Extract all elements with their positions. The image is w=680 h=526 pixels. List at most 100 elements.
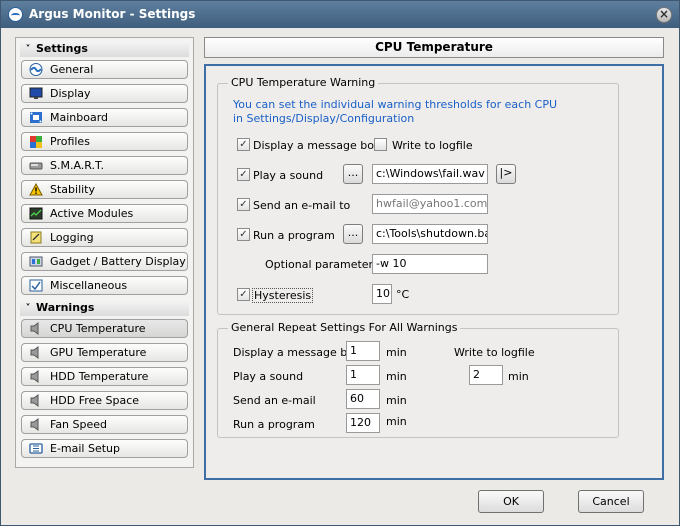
argus-app-icon — [8, 7, 23, 22]
sidebar-item-label: Stability — [50, 183, 96, 196]
display-message-box-checkbox[interactable]: ✓ — [237, 138, 250, 151]
settings-header-label: Settings — [36, 42, 88, 55]
sidebar-item-label: CPU Temperature — [50, 322, 146, 335]
sidebar-item-miscellaneous[interactable]: Miscellaneous — [21, 276, 188, 295]
speaker-icon — [30, 394, 39, 407]
warnings-header-label: Warnings — [36, 301, 95, 314]
speaker-icon — [30, 418, 39, 431]
close-button[interactable]: × — [656, 7, 672, 23]
play-sound-button[interactable]: |> — [496, 164, 516, 184]
sidebar-item-label: General — [50, 63, 94, 76]
repeat-sound-label: Play a sound — [233, 370, 304, 383]
sidebar-item-gpu-temperature[interactable]: GPU Temperature — [21, 343, 188, 362]
sound-file-input[interactable]: c:\Windows\fail.wav — [372, 164, 488, 184]
sidebar-item-label: Profiles — [50, 135, 90, 148]
ok-button[interactable]: OK — [478, 490, 544, 513]
logging-icon — [30, 231, 42, 244]
cpu-temperature-panel: CPU Temperature Warning You can set the … — [204, 64, 664, 480]
sidebar-item-label: GPU Temperature — [50, 346, 147, 359]
sidebar-item-label: Miscellaneous — [50, 279, 128, 292]
modules-icon — [29, 207, 43, 220]
repeat-sound-input[interactable]: 1 — [346, 365, 380, 385]
hysteresis-input[interactable]: 10 — [372, 284, 392, 304]
repeat-message-box-input[interactable]: 1 — [346, 341, 380, 361]
browse-program-button[interactable]: ... — [343, 224, 363, 244]
sidebar-item-label: Logging — [50, 231, 94, 244]
sidebar-item-mainboard[interactable]: Mainboard — [21, 108, 188, 127]
repeat-logfile-input[interactable]: 2 — [469, 365, 503, 385]
repeat-sound-unit: min — [386, 370, 407, 383]
sidebar-item-logging[interactable]: Logging — [21, 228, 188, 247]
repeat-program-unit: min — [386, 415, 407, 428]
program-path-input[interactable]: c:\Tools\shutdown.bat — [372, 224, 488, 244]
sidebar: ˅ Settings General Display Mainboard Prof… — [15, 37, 194, 468]
hysteresis-checkbox[interactable]: ✓ — [237, 288, 250, 301]
sidebar-item-general[interactable]: General — [21, 60, 188, 79]
misc-icon — [29, 279, 43, 292]
cancel-button[interactable]: Cancel — [578, 490, 644, 513]
title-bar[interactable]: Argus Monitor - Settings × — [1, 1, 679, 28]
profiles-icon — [30, 136, 42, 148]
hysteresis-label: Hysteresis — [252, 288, 314, 303]
email-setup-icon — [29, 443, 43, 454]
write-to-logfile-checkbox[interactable] — [374, 138, 387, 151]
repeat-program-label: Run a program — [233, 418, 315, 431]
chevron-collapse-icon: ˅ — [25, 44, 31, 55]
sidebar-item-fan-speed[interactable]: Fan Speed — [21, 415, 188, 434]
window-title: Argus Monitor - Settings — [29, 7, 196, 21]
run-program-checkbox[interactable]: ✓ — [237, 228, 250, 241]
sidebar-item-cpu-temperature[interactable]: CPU Temperature — [21, 319, 188, 338]
speaker-icon — [30, 322, 39, 335]
sidebar-item-active-modules[interactable]: Active Modules — [21, 204, 188, 223]
repeat-email-label: Send an e-mail — [233, 394, 316, 407]
settings-window: Argus Monitor - Settings × ˅ Settings Gen… — [0, 0, 680, 526]
warning-icon — [29, 183, 43, 196]
sidebar-item-label: Mainboard — [50, 111, 109, 124]
gadget-icon — [29, 256, 43, 267]
sidebar-item-hdd-free-space[interactable]: HDD Free Space — [21, 391, 188, 410]
play-sound-checkbox[interactable]: ✓ — [237, 168, 250, 181]
sidebar-item-display[interactable]: Display — [21, 84, 188, 103]
sidebar-item-gadget-battery[interactable]: Gadget / Battery Display — [21, 252, 188, 271]
repeat-message-box-label: Display a message box — [233, 346, 361, 359]
optional-parameters-label: Optional parameters — [265, 258, 379, 271]
sidebar-item-label: HDD Free Space — [50, 394, 140, 407]
argus-icon — [29, 63, 43, 76]
harddisk-icon — [29, 162, 43, 170]
repeat-email-unit: min — [386, 394, 407, 407]
send-email-checkbox[interactable]: ✓ — [237, 198, 250, 211]
sidebar-item-stability[interactable]: Stability — [21, 180, 188, 199]
display-message-box-label: Display a message box — [253, 139, 381, 152]
warning-group-title: CPU Temperature Warning — [228, 76, 379, 89]
sidebar-item-label: E-mail Setup — [50, 442, 121, 455]
sidebar-item-label: Active Modules — [50, 207, 134, 220]
email-address-input[interactable]: hwfail@yahoo1.com — [372, 194, 488, 214]
repeat-logfile-unit: min — [508, 370, 529, 383]
repeat-message-box-unit: min — [386, 346, 407, 359]
sidebar-item-label: Gadget / Battery Display — [50, 255, 186, 268]
repeat-email-input[interactable]: 60 — [346, 389, 380, 409]
sidebar-item-smart[interactable]: S.M.A.R.T. — [21, 156, 188, 175]
run-program-label: Run a program — [253, 229, 335, 242]
repeat-logfile-label: Write to logfile — [454, 346, 535, 359]
optional-parameters-input[interactable]: -w 10 — [372, 254, 488, 274]
panel-title: CPU Temperature — [204, 37, 664, 58]
sidebar-item-hdd-temperature[interactable]: HDD Temperature — [21, 367, 188, 386]
send-email-label: Send an e-mail to — [253, 199, 351, 212]
sidebar-item-label: HDD Temperature — [50, 370, 149, 383]
sidebar-item-profiles[interactable]: Profiles — [21, 132, 188, 151]
sidebar-item-label: S.M.A.R.T. — [50, 159, 104, 172]
sidebar-item-email-setup[interactable]: E-mail Setup — [21, 439, 188, 458]
settings-section-header[interactable]: ˅ Settings — [20, 41, 189, 57]
repeat-program-input[interactable]: 120 — [346, 413, 380, 433]
monitor-icon — [29, 87, 43, 99]
browse-sound-button[interactable]: ... — [343, 164, 363, 184]
repeat-group-title: General Repeat Settings For All Warnings — [228, 321, 461, 334]
speaker-icon — [30, 346, 39, 359]
chevron-collapse-icon: ˅ — [25, 303, 31, 314]
warning-info-text: You can set the individual warning thres… — [233, 98, 558, 125]
warnings-section-header[interactable]: ˅ Warnings — [20, 300, 189, 316]
write-to-logfile-label: Write to logfile — [392, 139, 473, 152]
hysteresis-unit: °C — [396, 288, 410, 301]
mainboard-icon — [30, 112, 42, 123]
